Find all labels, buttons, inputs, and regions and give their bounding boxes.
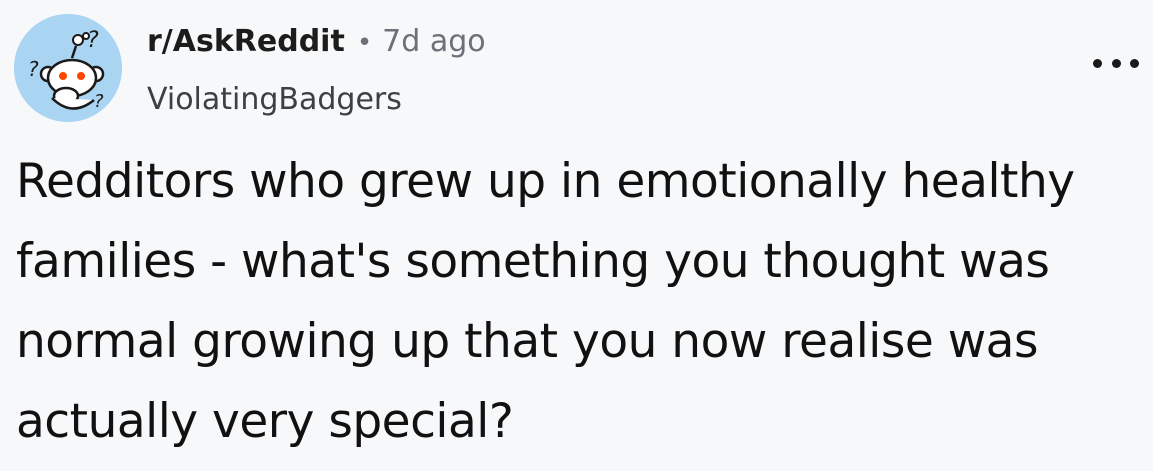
author-username[interactable]: ViolatingBadgers [147,80,486,120]
svg-text:?: ? [87,28,99,53]
post-meta-line: r/AskReddit • 7d ago [147,22,486,63]
post-title[interactable]: Redditors who grew up in emotionally hea… [16,142,1141,462]
post-meta: r/AskReddit • 7d ago ViolatingBadgers [147,22,486,120]
ellipsis-horizontal-icon [1111,58,1121,68]
post-timestamp: 7d ago [382,24,486,59]
svg-text:?: ? [94,91,104,112]
ellipsis-horizontal-icon [1130,58,1139,68]
more-options-button[interactable] [1093,50,1139,76]
reddit-post-card: ? ? ? r/AskReddit • 7d ago ViolatingBadg… [0,0,1153,471]
subreddit-link[interactable]: r/AskReddit [147,22,345,62]
svg-text:?: ? [28,57,39,81]
ellipsis-horizontal-icon [1093,58,1102,68]
meta-separator: • [356,28,373,58]
reddit-snoo-question-icon: ? ? ? [14,14,122,122]
subreddit-avatar[interactable]: ? ? ? [14,14,122,122]
